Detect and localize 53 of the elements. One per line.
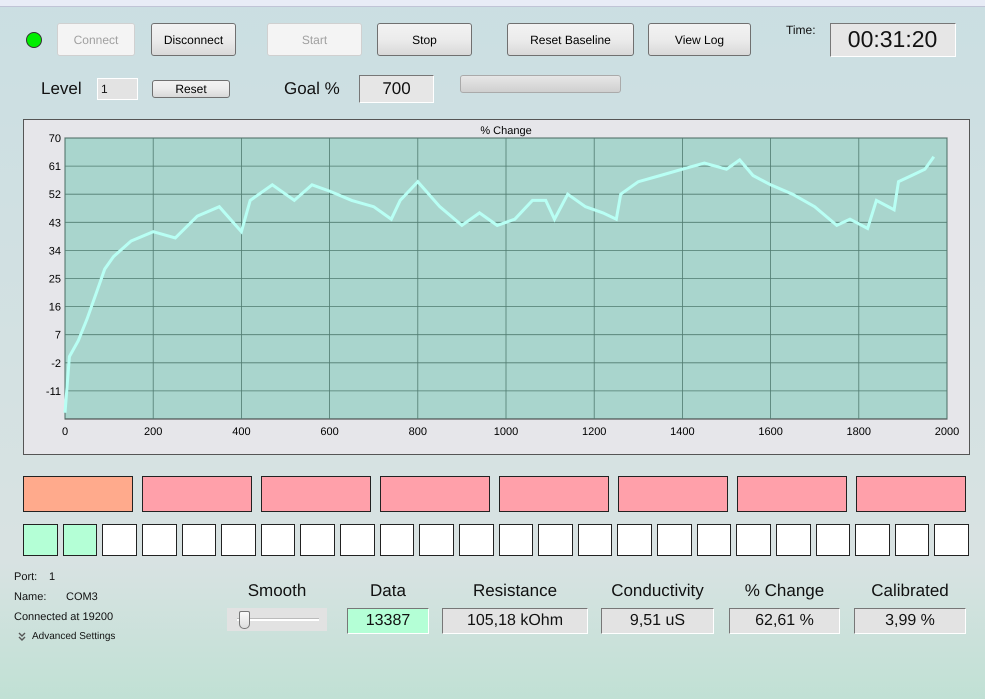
x-tick-label: 600: [320, 426, 339, 438]
y-tick-label: -2: [51, 358, 61, 370]
readout-label: Conductivity: [611, 581, 704, 602]
toolbar-button[interactable]: Stop: [377, 23, 472, 56]
x-tick-label: 1000: [494, 426, 518, 438]
time-label: Time:: [786, 23, 816, 37]
readout-value: 62,61 %: [729, 608, 840, 634]
name-value: COM3: [66, 591, 98, 603]
x-tick-label: 2000: [934, 426, 960, 438]
y-tick-label: 25: [48, 274, 61, 286]
x-tick-label: 800: [408, 426, 427, 438]
port-value: 1: [49, 571, 56, 583]
readout-value: 13387: [347, 608, 429, 634]
smooth-slider[interactable]: [227, 608, 327, 631]
x-tick-label: 0: [62, 426, 68, 438]
toolbar-button[interactable]: Disconnect: [151, 23, 236, 56]
x-tick-label: 1400: [670, 426, 695, 438]
x-tick-label: 1600: [758, 426, 783, 438]
name-label: Name:: [14, 591, 48, 603]
y-tick-label: 61: [48, 161, 61, 174]
x-tick-label: 1200: [582, 426, 606, 438]
smooth-label: Smooth: [248, 581, 306, 602]
level-label: Level: [41, 79, 83, 99]
slider-thumb[interactable]: [238, 611, 250, 629]
port-label: Port:: [14, 571, 38, 583]
time-display: 00:31:20: [830, 22, 956, 56]
readout-label: % Change: [744, 581, 824, 602]
readout-value: 3,99 %: [854, 608, 966, 634]
chevron-down-icon: [18, 632, 26, 641]
x-tick-label: 200: [144, 426, 162, 438]
readout-label: Calibrated: [871, 581, 949, 602]
connection-status: Connected at 19200: [14, 611, 114, 623]
y-tick-label: 43: [48, 217, 61, 230]
chart-title: % Change: [480, 125, 532, 137]
toolbar-button[interactable]: Reset Baseline: [507, 23, 634, 56]
readout-label: Data: [370, 581, 406, 602]
y-tick-label: -11: [46, 386, 61, 398]
readout-value: 105,18 kOhm: [442, 608, 588, 634]
readout-label: Resistance: [472, 581, 558, 602]
reset-button[interactable]: Reset: [152, 80, 230, 98]
x-tick-label: 400: [232, 426, 251, 438]
readout-value: 9,51 uS: [601, 608, 714, 634]
y-tick-label: 70: [48, 133, 61, 145]
goal-field: 700: [359, 75, 434, 103]
advanced-settings-toggle[interactable]: Advanced Settings: [14, 631, 116, 642]
x-tick-label: 1800: [846, 426, 872, 438]
y-tick-label: 34: [48, 245, 61, 258]
y-tick-label: 7: [54, 330, 61, 342]
y-tick-label: 16: [48, 302, 61, 314]
goal-label: Goal %: [284, 79, 341, 99]
y-tick-label: 52: [48, 189, 61, 202]
toolbar-button[interactable]: View Log: [648, 23, 751, 56]
level-field: 1: [97, 78, 138, 100]
